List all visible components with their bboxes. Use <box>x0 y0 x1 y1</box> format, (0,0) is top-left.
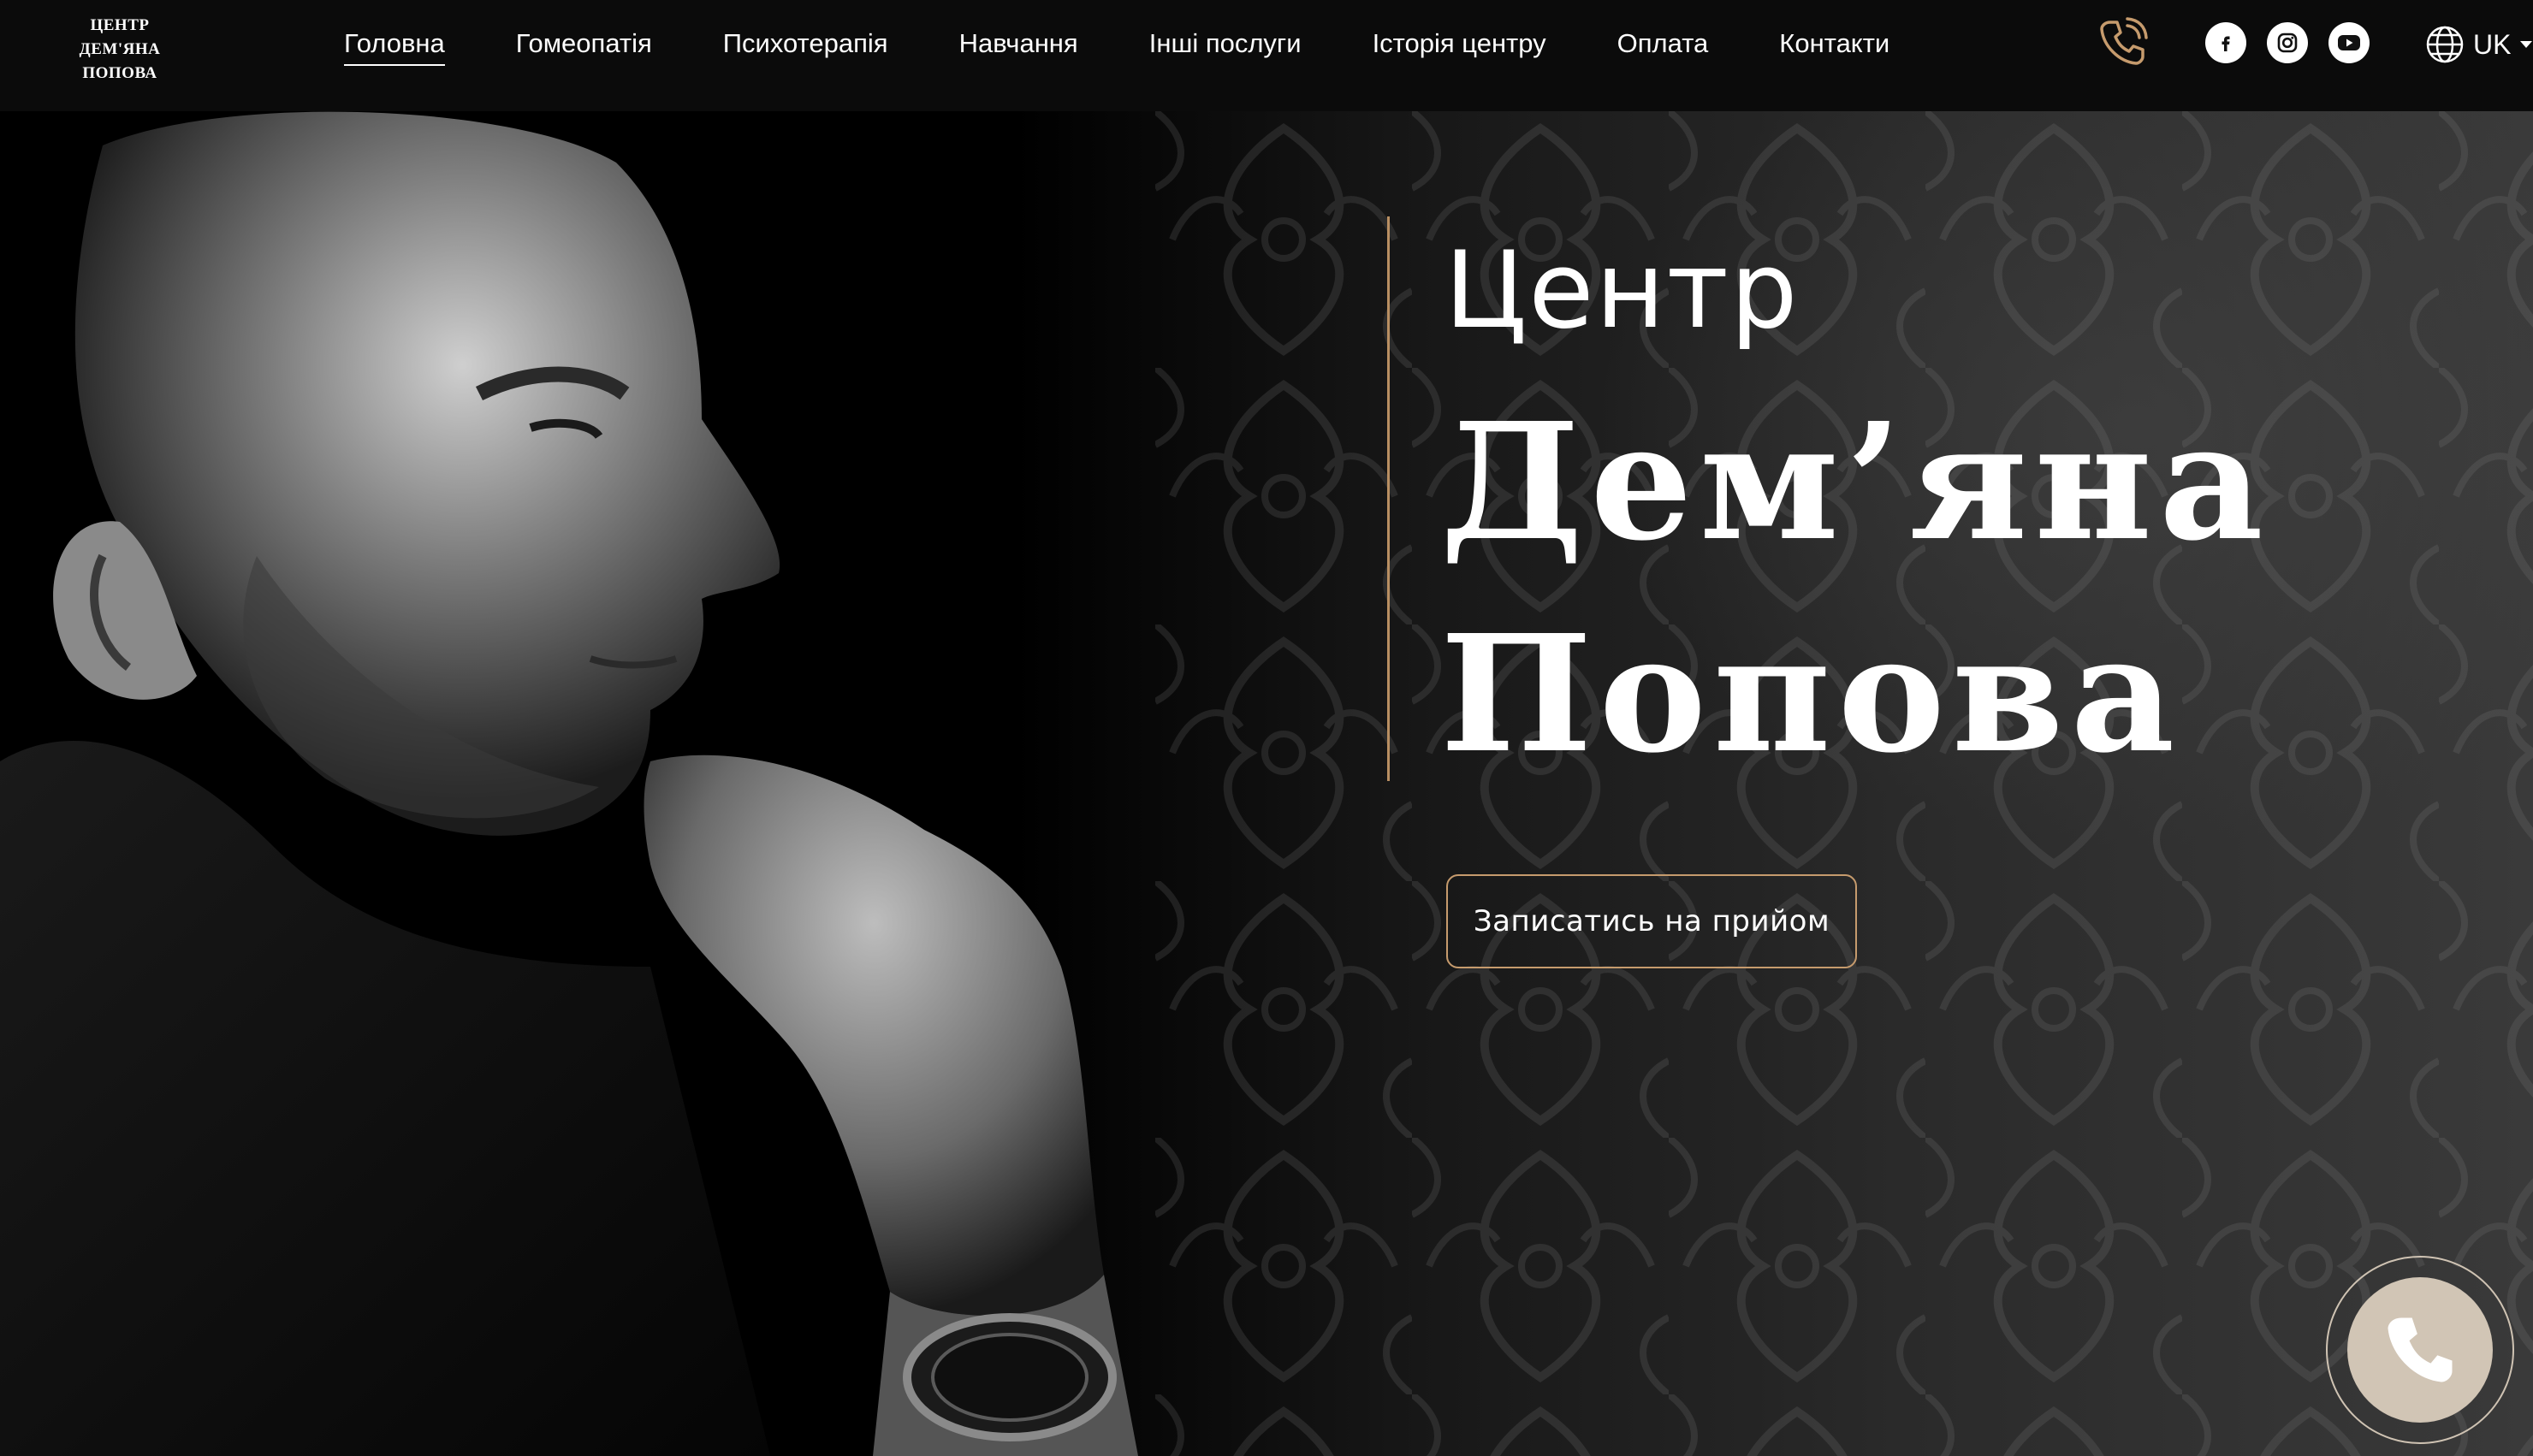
main-nav: Головна Гомеопатія Психотерапія Навчання… <box>344 0 1889 94</box>
logo-line-2: ДЕМ'ЯНА <box>79 40 161 58</box>
phone-icon <box>2388 1317 2453 1382</box>
youtube-icon[interactable] <box>2328 22 2370 63</box>
page: ЦЕНТР ДЕМ'ЯНА ПОПОВА Головна Гомеопатія … <box>0 0 2533 1456</box>
nav-item-contacts[interactable]: Контакти <box>1779 28 1889 66</box>
nav-item-other-services[interactable]: Інші послуги <box>1149 28 1302 66</box>
nav-item-psychotherapy[interactable]: Психотерапія <box>723 28 888 66</box>
book-appointment-button[interactable]: Записатись на прийом <box>1446 874 1857 968</box>
globe-icon <box>2426 26 2464 63</box>
nav-item-home[interactable]: Головна <box>344 28 445 66</box>
portrait-photo <box>0 111 1138 1456</box>
chevron-down-icon <box>2520 41 2533 48</box>
accent-divider <box>1387 216 1390 781</box>
instagram-icon[interactable] <box>2267 22 2308 63</box>
nav-item-history[interactable]: Історія центру <box>1373 28 1546 66</box>
logo-line-3: ПОПОВА <box>82 64 157 82</box>
floating-call-button[interactable] <box>2326 1256 2514 1444</box>
language-selector[interactable]: UK <box>2425 22 2533 67</box>
nav-item-payment[interactable]: Оплата <box>1617 28 1709 66</box>
logo[interactable]: ЦЕНТР ДЕМ'ЯНА ПОПОВА <box>51 7 188 92</box>
floating-call-circle <box>2347 1277 2493 1423</box>
facebook-icon[interactable] <box>2205 22 2246 63</box>
hero-title-line-3: Попова <box>1440 600 2182 789</box>
hero-title-line-1: Центр <box>1444 229 1800 352</box>
hero-title-line-2: Дем’яна <box>1440 388 2270 577</box>
logo-line-1: ЦЕНТР <box>90 16 150 34</box>
nav-item-education[interactable]: Навчання <box>959 28 1078 66</box>
site-header: ЦЕНТР ДЕМ'ЯНА ПОПОВА Головна Гомеопатія … <box>0 0 2533 111</box>
nav-item-homeopathy[interactable]: Гомеопатія <box>516 28 652 66</box>
phone-icon[interactable] <box>2095 15 2150 70</box>
language-label: UK <box>2473 28 2512 60</box>
